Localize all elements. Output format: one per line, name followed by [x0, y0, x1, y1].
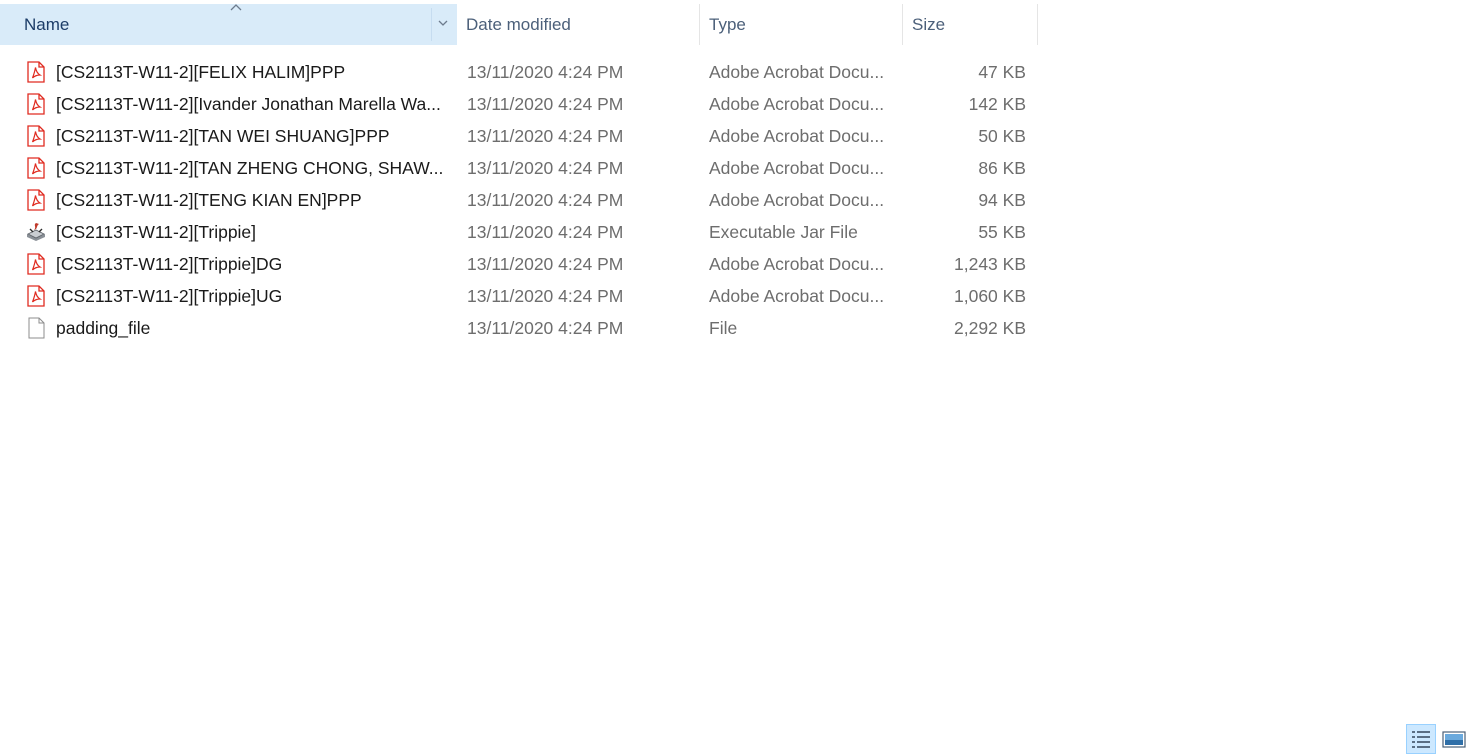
- file-size: 50 KB: [978, 126, 1026, 146]
- file-row[interactable]: [CS2113T-W11-2][FELIX HALIM]PPP 13/11/202…: [0, 56, 1038, 88]
- blank-file-icon: [24, 317, 48, 339]
- file-size: 2,292 KB: [954, 318, 1026, 338]
- jar-icon: [24, 221, 48, 243]
- file-row[interactable]: [CS2113T-W11-2][Trippie] 13/11/2020 4:24 …: [0, 216, 1038, 248]
- file-name: [CS2113T-W11-2][TENG KIAN EN]PPP: [56, 190, 362, 210]
- file-size: 1,243 KB: [954, 254, 1026, 274]
- column-header-size[interactable]: Size: [903, 4, 1038, 45]
- column-header-name[interactable]: Name: [0, 4, 457, 45]
- file-date-modified: 13/11/2020 4:24 PM: [467, 318, 624, 338]
- file-type: Executable Jar File: [709, 222, 858, 242]
- details-view-icon: [1412, 731, 1430, 748]
- file-size: 1,060 KB: [954, 286, 1026, 306]
- chevron-down-icon[interactable]: [437, 18, 449, 28]
- file-size: 94 KB: [978, 190, 1026, 210]
- column-divider: [431, 8, 432, 41]
- file-date-modified: 13/11/2020 4:24 PM: [467, 158, 624, 178]
- file-row[interactable]: [CS2113T-W11-2][TAN ZHENG CHONG, SHAW...…: [0, 152, 1038, 184]
- details-view-button[interactable]: [1406, 724, 1436, 754]
- file-row[interactable]: padding_file 13/11/2020 4:24 PM File 2,292 …: [0, 312, 1038, 344]
- file-name: [CS2113T-W11-2][Ivander Jonathan Marella…: [56, 94, 441, 114]
- pdf-icon: [24, 93, 48, 115]
- file-name: [CS2113T-W11-2][TAN WEI SHUANG]PPP: [56, 126, 390, 146]
- file-type: Adobe Acrobat Docu...: [709, 158, 885, 178]
- file-name: [CS2113T-W11-2][TAN ZHENG CHONG, SHAW...: [56, 158, 444, 178]
- file-row[interactable]: [CS2113T-W11-2][Ivander Jonathan Marella…: [0, 88, 1038, 120]
- file-row[interactable]: [CS2113T-W11-2][Trippie]DG 13/11/2020 4:2…: [0, 248, 1038, 280]
- file-size: 47 KB: [978, 62, 1026, 82]
- file-type: File: [709, 318, 738, 338]
- file-explorer-pane: Name Date modified Type Size [CS2113T-W1…: [0, 0, 1476, 755]
- file-date-modified: 13/11/2020 4:24 PM: [467, 190, 624, 210]
- file-size: 55 KB: [978, 222, 1026, 242]
- file-date-modified: 13/11/2020 4:24 PM: [467, 126, 624, 146]
- file-name: [CS2113T-W11-2][Trippie]DG: [56, 254, 283, 274]
- pdf-icon: [24, 125, 48, 147]
- file-type: Adobe Acrobat Docu...: [709, 126, 885, 146]
- file-type: Adobe Acrobat Docu...: [709, 94, 885, 114]
- pdf-icon: [24, 253, 48, 275]
- large-icons-view-button[interactable]: [1439, 724, 1469, 754]
- file-name: padding_file: [56, 318, 151, 338]
- file-date-modified: 13/11/2020 4:24 PM: [467, 222, 624, 242]
- file-list: [CS2113T-W11-2][FELIX HALIM]PPP 13/11/202…: [0, 56, 1038, 344]
- column-header-row: Name Date modified Type Size: [0, 4, 1038, 45]
- sort-ascending-icon: [230, 4, 242, 11]
- pdf-icon: [24, 189, 48, 211]
- file-row[interactable]: [CS2113T-W11-2][TAN WEI SHUANG]PPP 13/11/…: [0, 120, 1038, 152]
- file-type: Adobe Acrobat Docu...: [709, 254, 885, 274]
- file-row[interactable]: [CS2113T-W11-2][TENG KIAN EN]PPP 13/11/20…: [0, 184, 1038, 216]
- column-header-type-label: Type: [709, 15, 746, 34]
- column-header-date-label: Date modified: [466, 15, 571, 34]
- column-header-size-label: Size: [912, 15, 946, 34]
- pdf-icon: [24, 285, 48, 307]
- file-row[interactable]: [CS2113T-W11-2][Trippie]UG 13/11/2020 4:2…: [0, 280, 1038, 312]
- file-date-modified: 13/11/2020 4:24 PM: [467, 286, 624, 306]
- file-name: [CS2113T-W11-2][FELIX HALIM]PPP: [56, 62, 346, 82]
- file-size: 86 KB: [978, 158, 1026, 178]
- file-name: [CS2113T-W11-2][Trippie]UG: [56, 286, 283, 306]
- file-type: Adobe Acrobat Docu...: [709, 62, 885, 82]
- file-date-modified: 13/11/2020 4:24 PM: [467, 254, 624, 274]
- file-date-modified: 13/11/2020 4:24 PM: [467, 62, 624, 82]
- file-type: Adobe Acrobat Docu...: [709, 190, 885, 210]
- column-header-type[interactable]: Type: [700, 4, 903, 45]
- file-size: 142 KB: [968, 94, 1026, 114]
- file-type: Adobe Acrobat Docu...: [709, 286, 885, 306]
- column-header-date[interactable]: Date modified: [457, 4, 700, 45]
- large-icons-view-icon: [1442, 731, 1466, 748]
- column-header-name-label: Name: [24, 15, 70, 34]
- pdf-icon: [24, 157, 48, 179]
- pdf-icon: [24, 61, 48, 83]
- file-date-modified: 13/11/2020 4:24 PM: [467, 94, 624, 114]
- file-name: [CS2113T-W11-2][Trippie]: [56, 222, 257, 242]
